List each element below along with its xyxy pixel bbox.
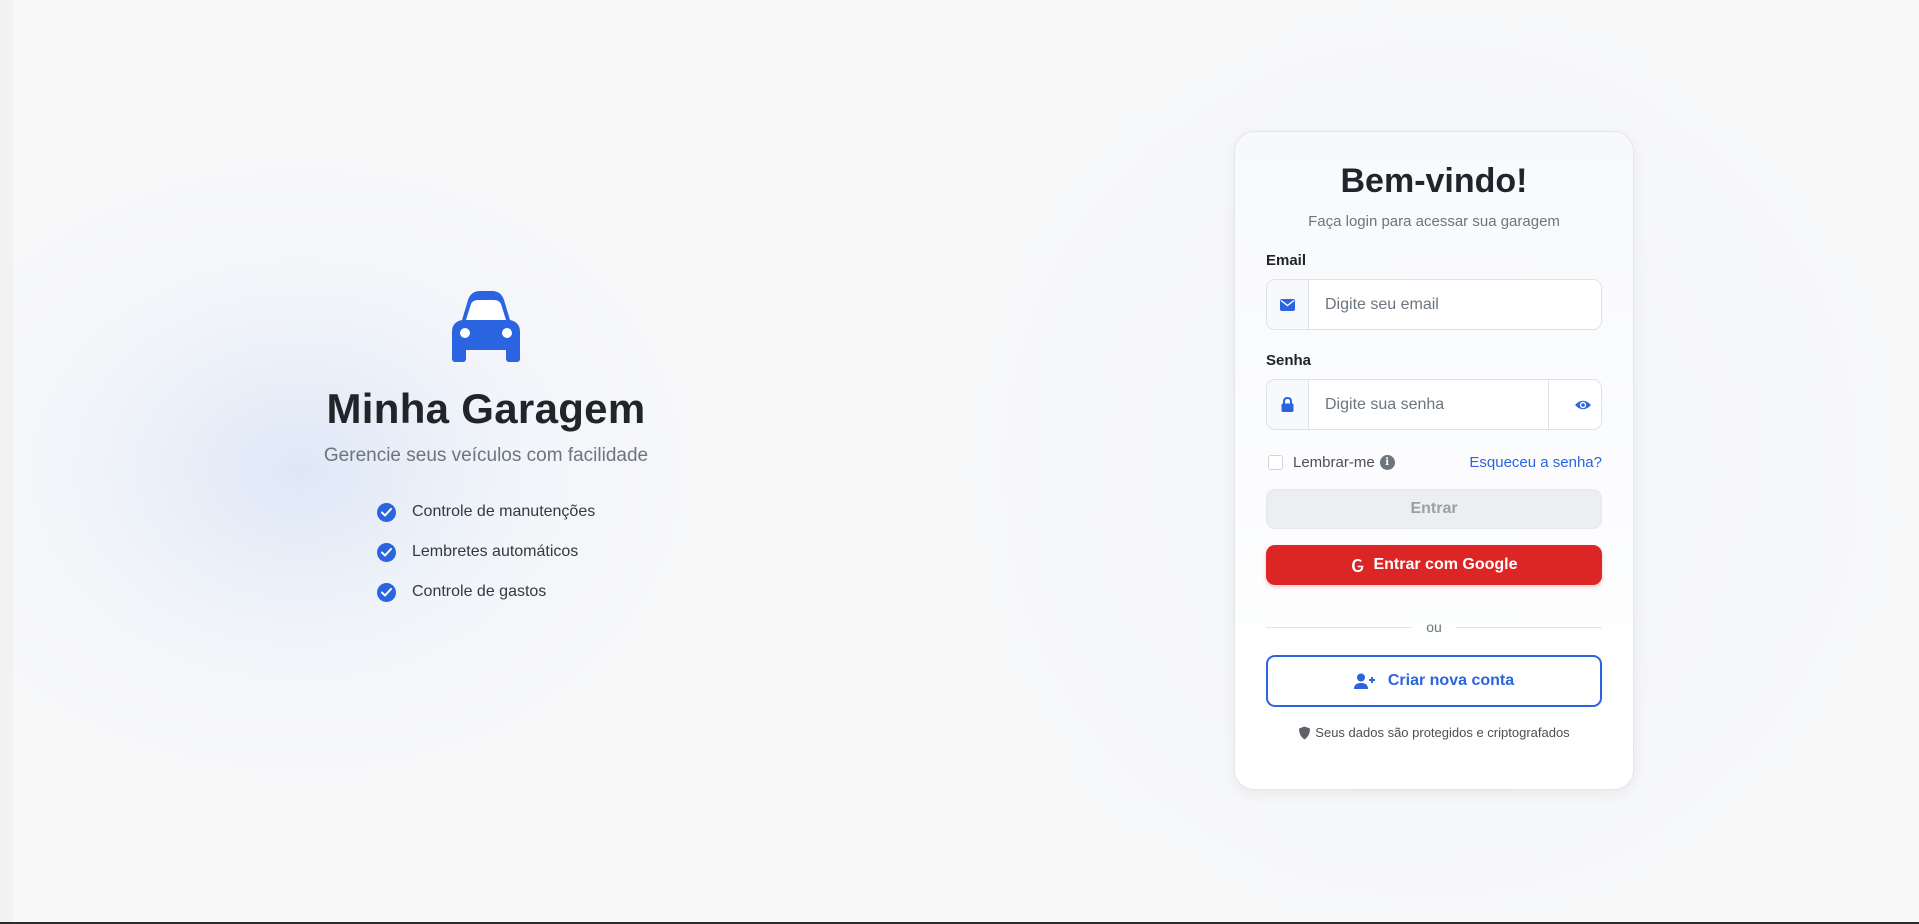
create-account-button[interactable]: Criar nova conta: [1266, 655, 1602, 707]
feature-list: Controle de manutenções Lembretes automá…: [377, 500, 607, 604]
hero-section: Minha Garagem Gerencie seus veículos com…: [286, 288, 686, 620]
remember-checkbox[interactable]: [1268, 454, 1283, 470]
check-circle-icon: [377, 582, 396, 602]
google-icon: [1352, 558, 1364, 572]
info-icon[interactable]: i: [1379, 454, 1395, 470]
forgot-password-link[interactable]: Esqueceu a senha?: [1469, 454, 1602, 471]
divider-label: ou: [1426, 619, 1442, 635]
email-field[interactable]: [1309, 280, 1601, 329]
security-note-text: Seus dados são protegidos e criptografad…: [1315, 725, 1570, 740]
lock-icon: [1267, 380, 1309, 429]
feature-label: Lembretes automáticos: [412, 543, 579, 560]
password-input-group: [1266, 379, 1602, 430]
divider-line: [1455, 626, 1603, 628]
password-field[interactable]: [1309, 380, 1548, 429]
login-title: Bem-vindo!: [1340, 162, 1528, 200]
check-circle-icon: [377, 502, 396, 522]
security-note: Seus dados são protegidos e criptografad…: [1266, 725, 1602, 740]
divider: ou: [1266, 619, 1603, 635]
login-subtitle: Faça login para acessar sua garagem: [1308, 213, 1560, 230]
feature-label: Controle de manutenções: [412, 503, 596, 520]
remember-row: Lembrar-me i Esqueceu a senha?: [1266, 452, 1602, 472]
create-account-label: Criar nova conta: [1387, 672, 1515, 689]
app-title: Minha Garagem: [326, 385, 646, 432]
car-icon: [452, 291, 520, 362]
remember-me[interactable]: Lembrar-me i: [1266, 454, 1395, 471]
show-password-button[interactable]: [1548, 380, 1601, 429]
feature-item: Lembretes automáticos: [377, 540, 607, 564]
check-circle-icon: [377, 542, 396, 562]
divider-line: [1266, 626, 1413, 628]
remember-label: Lembrar-me: [1293, 453, 1375, 471]
google-login-button[interactable]: Entrar com Google: [1266, 545, 1602, 585]
login-button[interactable]: Entrar: [1266, 489, 1602, 529]
google-login-label: Entrar com Google: [1373, 556, 1518, 573]
email-label: Email: [1266, 252, 1307, 269]
user-plus-icon: [1353, 673, 1375, 689]
email-input-group: [1266, 279, 1602, 330]
envelope-icon: [1267, 280, 1309, 329]
password-label: Senha: [1266, 352, 1312, 369]
page-edge: [0, 0, 13, 924]
eye-icon: [1574, 400, 1591, 409]
login-card: Bem-vindo! Faça login para acessar sua g…: [1234, 131, 1634, 790]
feature-item: Controle de manutenções: [377, 500, 607, 524]
feature-item: Controle de gastos: [377, 580, 607, 604]
shield-icon: [1299, 726, 1311, 739]
feature-label: Controle de gastos: [412, 583, 547, 600]
app-tagline: Gerencie seus veículos com facilidade: [323, 445, 649, 466]
